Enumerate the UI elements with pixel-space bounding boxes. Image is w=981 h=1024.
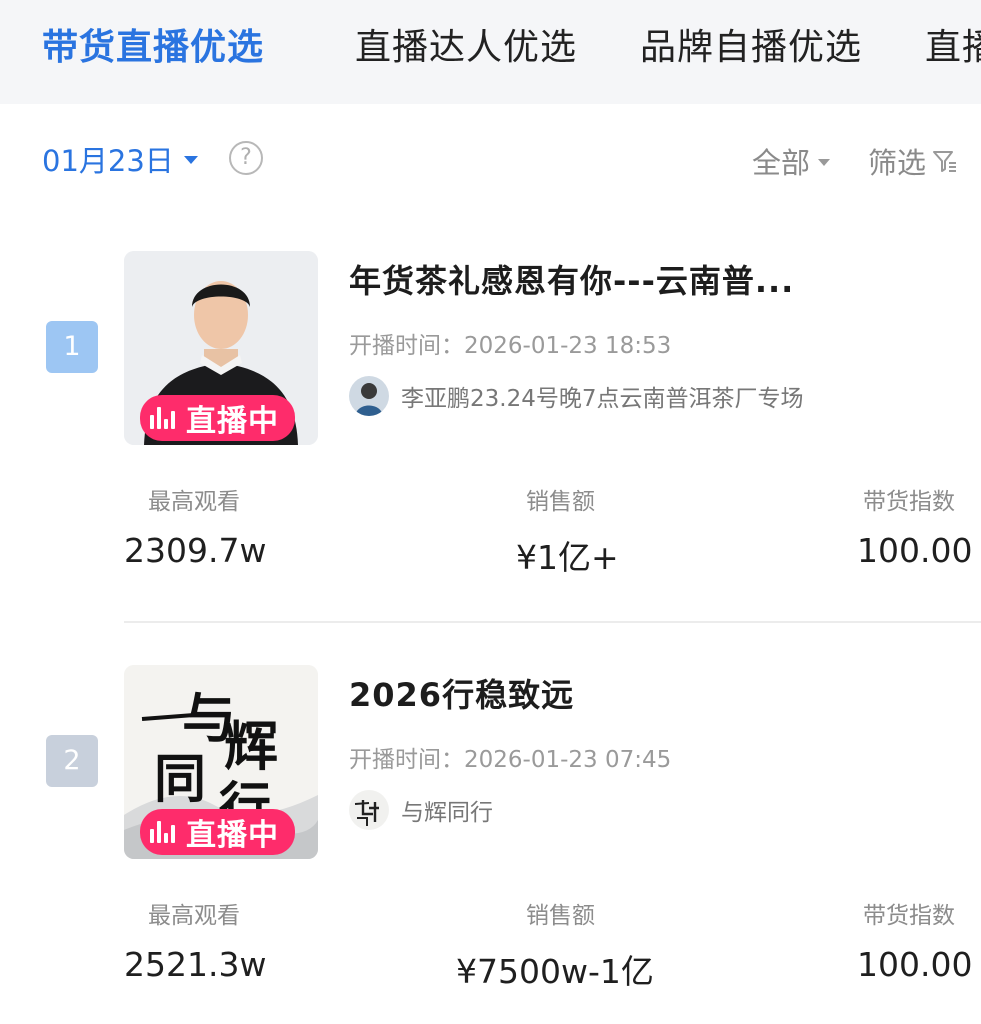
anchor-name: 与辉同行 <box>401 800 493 826</box>
caret-down-icon <box>818 158 831 166</box>
thumb-char-2: 辉 <box>224 714 278 778</box>
caret-down-icon <box>183 156 198 164</box>
rank-badge: 1 <box>46 321 98 373</box>
live-badge: 直播中 <box>140 395 295 441</box>
sales-index-value: 100.00 <box>857 945 973 984</box>
live-badge-label: 直播中 <box>186 818 279 853</box>
scope-label: 全部 <box>752 146 811 180</box>
sales-index-value: 100.00 <box>857 531 973 570</box>
anchor-info[interactable]: 与辉同行 <box>349 790 493 830</box>
filter-label: 筛选 <box>868 146 927 180</box>
anchor-info[interactable]: 李亚鹏23.24号晚7点云南普洱茶厂专场 <box>349 376 803 416</box>
date-label: 01月23日 <box>42 144 174 178</box>
live-thumbnail[interactable]: 与 辉 同 行 直播中 <box>124 665 318 859</box>
live-bars-icon <box>150 821 178 843</box>
sales-index-label: 带货指数 <box>863 489 955 515</box>
avatar <box>349 790 389 830</box>
filter-bar: 01月23日 ? 全部 筛选 <box>0 128 981 188</box>
peak-viewers-value: 2309.7w <box>124 531 267 570</box>
category-tab-bar: 带货直播优选 直播达人优选 品牌自播优选 直播 <box>0 0 981 104</box>
live-title[interactable]: 2026行稳致远 <box>349 670 574 716</box>
sales-label: 销售额 <box>526 489 595 515</box>
live-badge: 直播中 <box>140 809 295 855</box>
anchor-name: 李亚鹏23.24号晚7点云南普洱茶厂专场 <box>401 386 804 412</box>
peak-viewers-label: 最高观看 <box>148 489 240 515</box>
sales-index-label: 带货指数 <box>863 903 955 929</box>
tab-brand-self-live-picks[interactable]: 品牌自播优选 <box>640 22 862 74</box>
start-time: 开播时间：2026-01-23 07:45 <box>349 747 672 773</box>
sales-value: ¥1亿+ <box>516 538 619 577</box>
live-title[interactable]: 年货茶礼感恩有你---云南普... <box>349 256 794 302</box>
rank-badge: 2 <box>46 735 98 787</box>
tab-live-more[interactable]: 直播 <box>925 22 981 74</box>
sales-label: 销售额 <box>526 903 595 929</box>
start-time: 开播时间：2026-01-23 18:53 <box>349 333 672 359</box>
help-icon[interactable]: ? <box>229 141 263 175</box>
thumb-char-3: 同 <box>154 749 206 810</box>
filter-button[interactable]: 筛选 <box>868 140 958 182</box>
avatar <box>349 376 389 416</box>
tab-live-commerce-picks[interactable]: 带货直播优选 <box>42 22 264 74</box>
live-bars-icon <box>150 407 178 429</box>
filter-icon <box>933 151 957 172</box>
peak-viewers-label: 最高观看 <box>148 903 240 929</box>
live-thumbnail[interactable]: 直播中 <box>124 251 318 445</box>
peak-viewers-value: 2521.3w <box>124 945 267 984</box>
divider <box>124 621 981 623</box>
scope-selector[interactable]: 全部 <box>752 140 831 182</box>
live-badge-label: 直播中 <box>186 404 279 439</box>
date-selector[interactable]: 01月23日 <box>42 138 198 180</box>
tab-streamer-picks[interactable]: 直播达人优选 <box>355 22 577 74</box>
sales-value: ¥7500w-1亿 <box>456 952 654 991</box>
